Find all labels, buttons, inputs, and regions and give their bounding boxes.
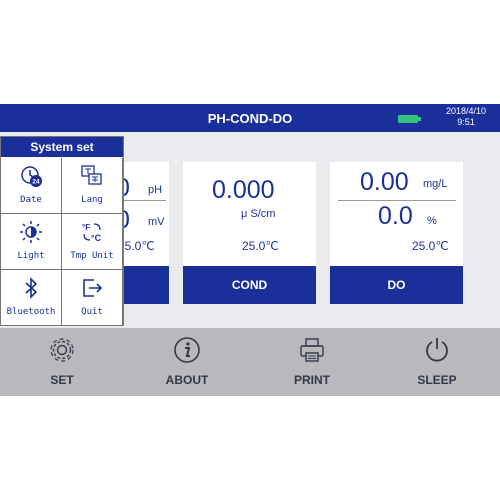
svg-text:24: 24	[32, 179, 40, 186]
sleep-button[interactable]: SLEEP	[397, 336, 477, 387]
top-bar: PH-COND-DO 2018/4/10 9:51	[0, 104, 500, 132]
menu-item-quit[interactable]: Quit	[62, 270, 123, 326]
menu-label-lang: Lang	[81, 195, 103, 205]
menu-label-quit: Quit	[81, 307, 103, 317]
battery-icon	[398, 115, 421, 123]
cond-button[interactable]: COND	[183, 266, 316, 304]
temperature-unit-icon: °F °C	[82, 223, 102, 243]
brightness-icon	[20, 221, 42, 243]
bluetooth-icon	[25, 277, 38, 299]
power-icon	[426, 338, 448, 362]
do-percent-value: 0.0	[378, 202, 413, 230]
system-set-menu: System set 24 Date Lang Light °F °C Tmp …	[0, 136, 124, 326]
about-button[interactable]: ABOUT	[147, 336, 227, 387]
do-value: 0.00	[360, 168, 409, 196]
menu-item-date[interactable]: 24 Date	[1, 158, 62, 214]
print-label: PRINT	[294, 373, 330, 387]
cond-value: 0.000	[212, 176, 275, 204]
info-icon	[174, 337, 200, 363]
gear-icon	[50, 338, 74, 362]
ph-unit: pH	[148, 184, 163, 196]
device-title: PH-COND-DO	[207, 111, 293, 126]
menu-title: System set	[1, 137, 123, 157]
do-button[interactable]: DO	[330, 266, 463, 304]
menu-label-tmp-unit: Tmp Unit	[70, 251, 114, 261]
time-text: 9:51	[457, 117, 475, 127]
do-panel: 0.00 mg/L 0.0 % 25.0℃ DO	[330, 162, 463, 304]
clock-24-icon: 24	[21, 166, 42, 187]
datetime: 2018/4/10 9:51	[446, 106, 486, 128]
bottom-bar: SET ABOUT PRINT SLEEP	[0, 328, 500, 396]
svg-text:°F: °F	[82, 223, 90, 232]
exit-icon	[83, 279, 103, 297]
set-label: SET	[50, 373, 74, 387]
menu-label-bluetooth: Bluetooth	[6, 307, 56, 317]
menu-item-lang[interactable]: Lang	[62, 158, 123, 214]
about-label: ABOUT	[165, 373, 209, 387]
mv-unit: mV	[148, 216, 165, 228]
set-button[interactable]: SET	[22, 336, 102, 387]
cond-panel: 0.000 μ S/cm 25.0℃ COND	[183, 162, 316, 304]
do-divider	[338, 200, 456, 201]
printer-icon	[300, 338, 324, 362]
do-temperature: 25.0℃	[412, 239, 449, 253]
cond-temperature: 25.0℃	[242, 239, 279, 253]
svg-text:°C: °C	[91, 233, 102, 243]
language-icon	[81, 165, 102, 185]
menu-item-tmp-unit[interactable]: °F °C Tmp Unit	[62, 214, 123, 270]
print-button[interactable]: PRINT	[272, 336, 352, 387]
menu-label-date: Date	[20, 195, 42, 205]
menu-label-light: Light	[17, 251, 45, 261]
cond-unit: μ S/cm	[241, 208, 276, 220]
menu-item-light[interactable]: Light	[1, 214, 62, 270]
do-percent-unit: %	[427, 215, 437, 227]
sleep-label: SLEEP	[417, 373, 457, 387]
do-unit: mg/L	[423, 178, 448, 190]
device-screen: PH-COND-DO 2018/4/10 9:51 0 pH 0 mV 25.0…	[0, 104, 500, 396]
menu-item-bluetooth[interactable]: Bluetooth	[1, 270, 62, 326]
date-text: 2018/4/10	[445, 106, 486, 116]
